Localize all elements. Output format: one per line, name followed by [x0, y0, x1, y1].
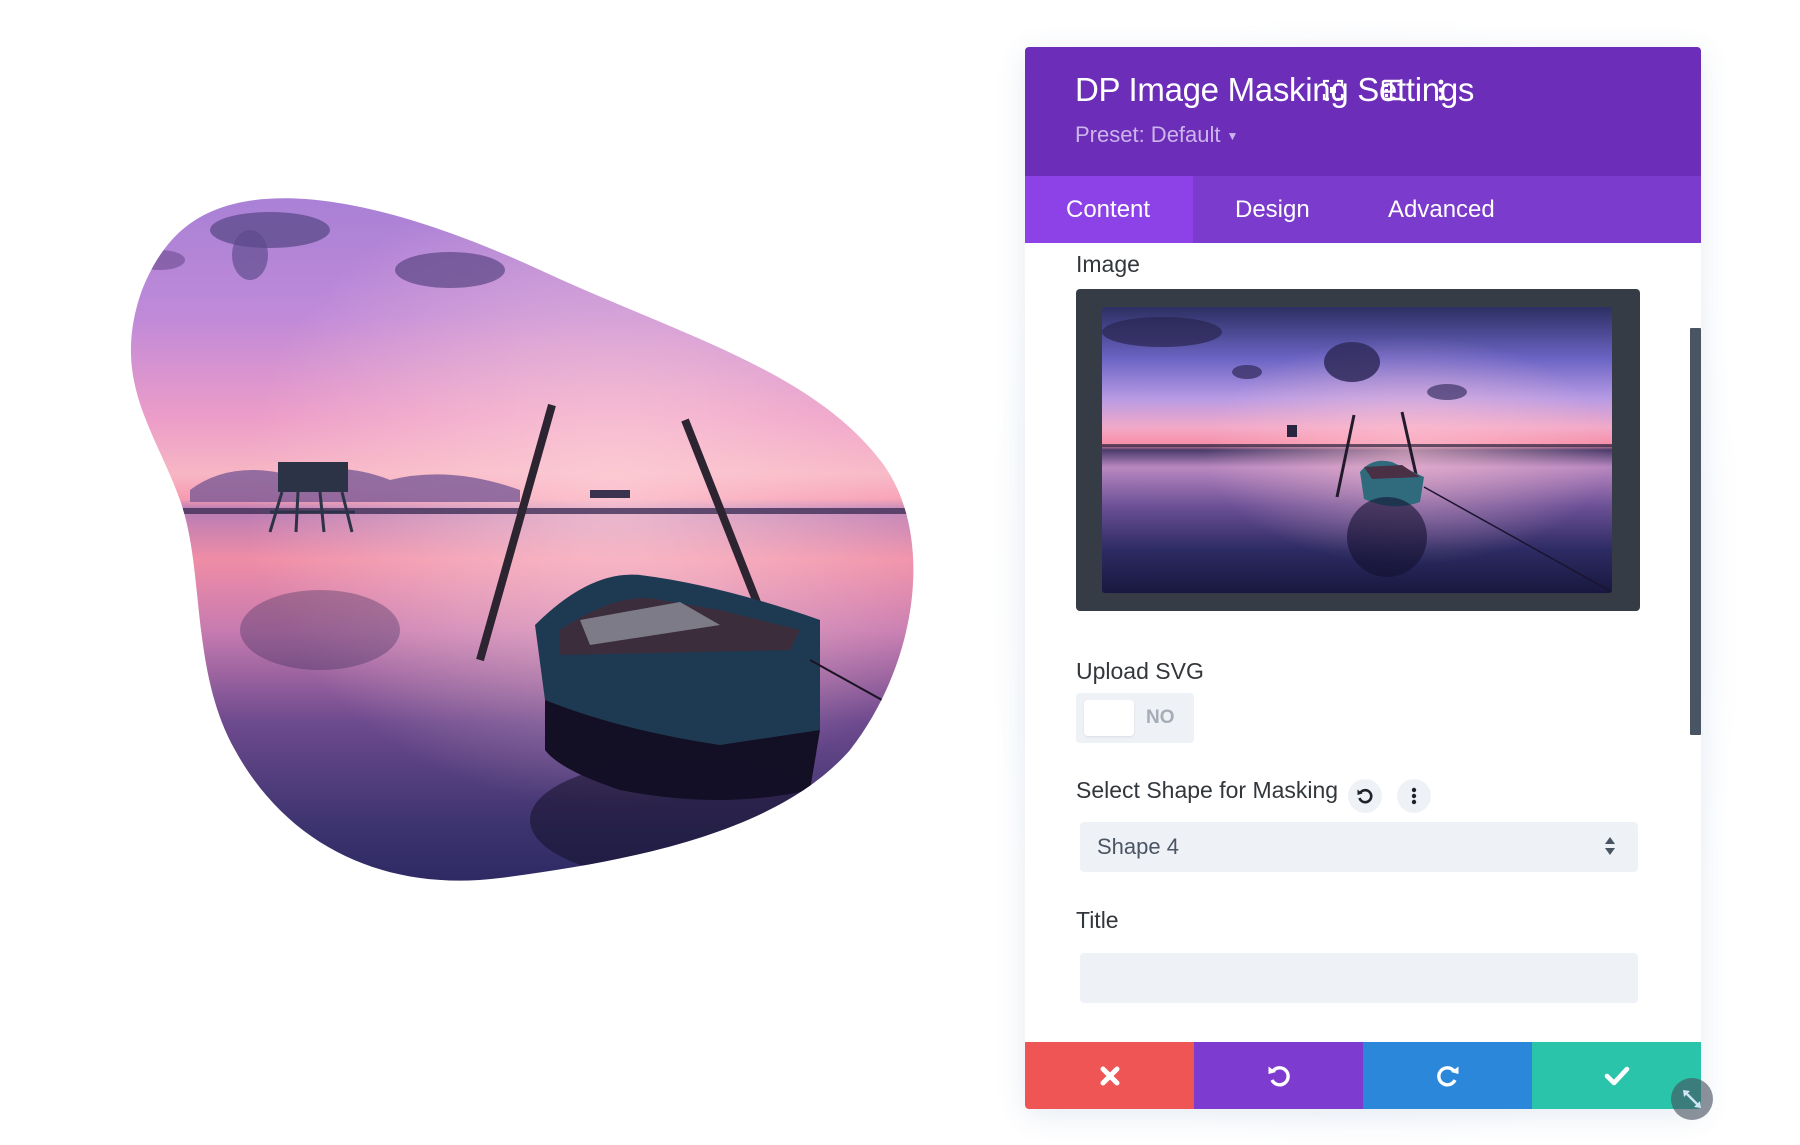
- check-icon: [1604, 1066, 1629, 1085]
- title-input[interactable]: [1080, 953, 1638, 1003]
- panel-footer: [1025, 1042, 1701, 1109]
- tab-design[interactable]: Design: [1193, 176, 1388, 243]
- tab-design-label: Design: [1235, 195, 1310, 223]
- image-thumbnail[interactable]: [1102, 307, 1612, 593]
- tab-advanced[interactable]: Advanced: [1388, 176, 1588, 243]
- resize-handle[interactable]: [1671, 1078, 1713, 1120]
- more-options-icon[interactable]: [1424, 73, 1458, 107]
- redo-button[interactable]: [1363, 1042, 1532, 1109]
- shape-select-label: Select Shape for Masking: [1076, 777, 1339, 803]
- shape-select[interactable]: Shape 4: [1080, 822, 1638, 872]
- fullscreen-icon[interactable]: [1316, 73, 1350, 107]
- upload-svg-toggle[interactable]: NO: [1076, 693, 1194, 743]
- cancel-button[interactable]: [1025, 1042, 1194, 1109]
- masked-image-graphic: [130, 198, 914, 881]
- preset-dropdown[interactable]: Preset: Default ▼: [1075, 122, 1238, 148]
- image-upload-frame[interactable]: [1076, 289, 1640, 611]
- title-label: Title: [1076, 907, 1119, 933]
- upload-svg-label: Upload SVG: [1076, 658, 1204, 684]
- redo-icon: [1436, 1065, 1458, 1086]
- undo-icon: [1268, 1065, 1290, 1086]
- image-label: Image: [1076, 251, 1140, 277]
- resize-icon: [1683, 1090, 1701, 1108]
- reset-icon[interactable]: [1348, 779, 1382, 813]
- undo-button[interactable]: [1194, 1042, 1363, 1109]
- panel-body: Image Upload SVG NO Select Shape for Mas…: [1025, 243, 1701, 1042]
- toggle-knob: [1084, 700, 1134, 736]
- tab-bar: Content Design Advanced: [1025, 176, 1701, 243]
- select-arrows-icon: [1604, 835, 1616, 862]
- panel-header[interactable]: DP Image Masking Settings Preset: Defaul…: [1025, 47, 1701, 176]
- tab-content-label: Content: [1066, 195, 1151, 223]
- image-thumbnail-graphic: [1102, 307, 1612, 593]
- shape-select-value: Shape 4: [1097, 834, 1179, 859]
- more-options-icon[interactable]: [1397, 779, 1431, 813]
- tab-advanced-label: Advanced: [1388, 195, 1495, 223]
- split-view-icon[interactable]: [1375, 73, 1409, 107]
- preset-label: Preset: Default: [1075, 122, 1221, 147]
- caret-down-icon: ▼: [1226, 129, 1239, 144]
- masked-image[interactable]: [120, 190, 940, 900]
- toggle-state-label: NO: [1146, 707, 1175, 728]
- tab-content[interactable]: Content: [1025, 176, 1193, 243]
- settings-panel: DP Image Masking Settings Preset: Defaul…: [1025, 47, 1701, 1109]
- panel-scrollbar[interactable]: [1690, 328, 1701, 735]
- close-icon: [1100, 1066, 1119, 1085]
- panel-title: DP Image Masking Settings: [1075, 71, 1475, 108]
